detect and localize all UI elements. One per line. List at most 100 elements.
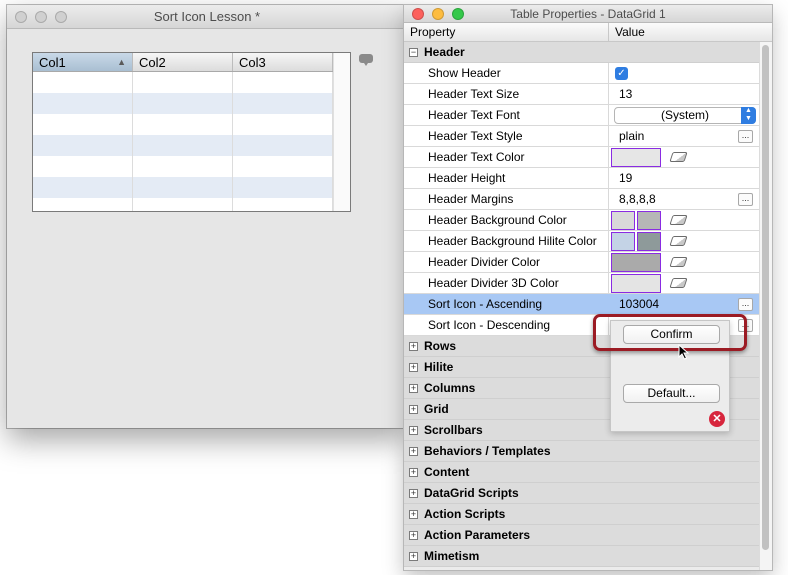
expand-icon[interactable]: +: [409, 552, 418, 561]
table-row[interactable]: [33, 93, 350, 114]
clear-icon[interactable]: ✕: [709, 411, 725, 427]
mouse-pointer-icon: [678, 344, 690, 360]
section-label: Content: [424, 465, 470, 479]
window-title: Table Properties - DataGrid 1: [510, 7, 666, 21]
section-label: Header: [424, 45, 465, 59]
section-label: Behaviors / Templates: [424, 444, 551, 458]
eraser-icon[interactable]: [669, 278, 688, 288]
prop-header-text-style[interactable]: Header Text Style plain...: [404, 126, 759, 147]
close-button[interactable]: [15, 11, 27, 23]
minimize-button[interactable]: [35, 11, 47, 23]
prop-header-text-font[interactable]: Header Text Font (System) ▲ ▼: [404, 105, 759, 126]
section-datagrid-scripts[interactable]: + DataGrid Scripts: [404, 483, 759, 504]
prop-label: Header Background Color: [404, 210, 609, 230]
prop-show-header[interactable]: Show Header ✓: [404, 63, 759, 84]
show-header-checkbox[interactable]: ✓: [615, 67, 628, 80]
close-button[interactable]: [412, 8, 424, 20]
prop-header-text-size[interactable]: Header Text Size 13: [404, 84, 759, 105]
prop-label: Header Divider 3D Color: [404, 273, 609, 293]
eraser-icon[interactable]: [669, 152, 688, 162]
grid-vertical-scrollbar[interactable]: [333, 53, 350, 211]
color-swatch[interactable]: [611, 211, 635, 230]
table-row[interactable]: [33, 198, 350, 211]
prop-label: Header Text Style: [404, 126, 609, 146]
eraser-icon[interactable]: [669, 236, 688, 246]
column-header-col1[interactable]: Col1 ▲: [33, 53, 133, 71]
font-popup-menu[interactable]: (System) ▲ ▼: [614, 107, 756, 124]
section-label: Action Parameters: [424, 528, 531, 542]
prop-header-text-color[interactable]: Header Text Color: [404, 147, 759, 168]
expand-icon[interactable]: +: [409, 468, 418, 477]
prop-label: Header Text Font: [404, 105, 609, 125]
section-action-scripts[interactable]: + Action Scripts: [404, 504, 759, 525]
collapse-icon[interactable]: −: [409, 48, 418, 57]
inspector-titlebar[interactable]: Table Properties - DataGrid 1: [404, 5, 772, 23]
ellipsis-button[interactable]: ...: [738, 298, 753, 311]
color-swatch[interactable]: [637, 232, 661, 251]
prop-label: Header Margins: [404, 189, 609, 209]
prop-label: Show Header: [404, 63, 609, 83]
section-behaviors-templates[interactable]: + Behaviors / Templates: [404, 441, 759, 462]
value-column-header[interactable]: Value: [609, 23, 645, 41]
prop-sort-icon-ascending[interactable]: Sort Icon - Ascending 103004...: [404, 294, 759, 315]
section-header[interactable]: − Header: [404, 42, 759, 63]
expand-icon[interactable]: +: [409, 426, 418, 435]
default-button[interactable]: Default...: [623, 384, 720, 403]
prop-header-margins[interactable]: Header Margins 8,8,8,8...: [404, 189, 759, 210]
expand-icon[interactable]: +: [409, 363, 418, 372]
section-label: Scrollbars: [424, 423, 483, 437]
section-label: Grid: [424, 402, 449, 416]
prop-label: Sort Icon - Ascending: [404, 294, 609, 314]
left-titlebar[interactable]: Sort Icon Lesson *: [7, 5, 407, 29]
ellipsis-button[interactable]: ...: [738, 193, 753, 206]
data-grid[interactable]: Col1 ▲ Col2 Col3: [32, 52, 351, 212]
zoom-button[interactable]: [55, 11, 67, 23]
color-swatch[interactable]: [611, 253, 661, 272]
eraser-icon[interactable]: [669, 257, 688, 267]
section-label: DataGrid Scripts: [424, 486, 519, 500]
section-mimetism[interactable]: + Mimetism: [404, 546, 759, 567]
table-row[interactable]: [33, 177, 350, 198]
color-swatch[interactable]: [637, 211, 661, 230]
property-column-header[interactable]: Property: [404, 23, 609, 41]
expand-icon[interactable]: +: [409, 510, 418, 519]
expand-icon[interactable]: +: [409, 384, 418, 393]
prop-header-background-color[interactable]: Header Background Color: [404, 210, 759, 231]
table-row[interactable]: [33, 72, 350, 93]
color-swatch[interactable]: [611, 274, 661, 293]
color-swatch[interactable]: [611, 148, 661, 167]
color-swatch[interactable]: [611, 232, 635, 251]
table-row[interactable]: [33, 156, 350, 177]
prop-value[interactable]: 13: [609, 84, 759, 104]
expand-icon[interactable]: +: [409, 489, 418, 498]
prop-value: plain: [619, 129, 645, 143]
property-table-header: Property Value: [404, 23, 772, 42]
property-list: − Header Show Header ✓ Header Text Size 1…: [404, 42, 759, 567]
grid-header: Col1 ▲ Col2 Col3: [33, 53, 350, 72]
expand-icon[interactable]: +: [409, 447, 418, 456]
prop-header-divider-color[interactable]: Header Divider Color: [404, 252, 759, 273]
prop-header-divider-3d-color[interactable]: Header Divider 3D Color: [404, 273, 759, 294]
minimize-button[interactable]: [432, 8, 444, 20]
table-row[interactable]: [33, 135, 350, 156]
expand-icon[interactable]: +: [409, 531, 418, 540]
section-content[interactable]: + Content: [404, 462, 759, 483]
table-row[interactable]: [33, 114, 350, 135]
column-header-label: Col2: [139, 55, 166, 70]
prop-header-background-hilite-color[interactable]: Header Background Hilite Color: [404, 231, 759, 252]
inspector-scrollbar-thumb[interactable]: [762, 45, 769, 550]
table-properties-window: Table Properties - DataGrid 1 Property V…: [404, 5, 772, 570]
ellipsis-button[interactable]: ...: [738, 130, 753, 143]
zoom-button[interactable]: [452, 8, 464, 20]
speech-pin-icon[interactable]: [358, 53, 374, 67]
prop-header-height[interactable]: Header Height 19: [404, 168, 759, 189]
eraser-icon[interactable]: [669, 215, 688, 225]
expand-icon[interactable]: +: [409, 342, 418, 351]
section-label: Hilite: [424, 360, 454, 374]
column-header-col3[interactable]: Col3: [233, 53, 333, 71]
column-header-col2[interactable]: Col2: [133, 53, 233, 71]
section-action-parameters[interactable]: + Action Parameters: [404, 525, 759, 546]
prop-value[interactable]: 19: [609, 168, 759, 188]
expand-icon[interactable]: +: [409, 405, 418, 414]
window-controls: [412, 8, 464, 20]
